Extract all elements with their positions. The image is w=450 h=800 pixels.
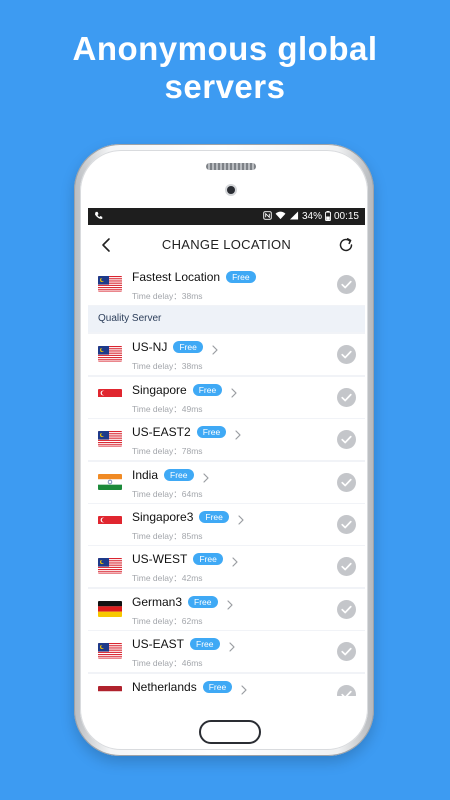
headline-line-1: Anonymous global [72,30,378,67]
time-delay: Time delay：46ms [132,658,203,669]
free-badge: Free [164,468,194,481]
server-name: Singapore [132,382,187,397]
check-circle-icon[interactable] [337,642,356,662]
server-name: Netherlands [132,679,197,694]
headline: Anonymous global servers [0,30,450,106]
server-row[interactable]: Singapore Free Time delay：49ms [88,376,365,418]
us-flag-icon [98,431,122,448]
server-name: US-NJ [132,340,168,355]
server-name: US-EAST2 [132,425,191,440]
server-row[interactable]: German3 Free Time delay：62ms [88,588,365,630]
time-delay: Time delay：42ms [132,573,203,584]
time-delay: Time delay：62ms [132,615,203,626]
check-circle-icon[interactable] [337,684,356,696]
us-flag-icon [98,643,122,660]
home-button[interactable] [199,720,261,744]
phone-icon [94,211,103,222]
free-badge: Free [193,553,223,566]
signal-icon [289,211,299,222]
section-header: Quality Server [88,306,365,333]
speaker-grille [206,163,256,170]
chevron-right-icon [234,427,242,440]
chevron-right-icon [237,512,245,525]
us-flag-icon [98,276,122,292]
server-name: Singapore3 [132,509,194,524]
time-delay: Time delay：64ms [132,488,203,499]
free-badge: Free [199,510,229,523]
chevron-right-icon [202,470,210,483]
server-name: US-EAST [132,637,185,652]
back-arrow-icon[interactable] [98,236,116,254]
battery-percent: 34% [301,211,322,222]
headline-line-2: servers [164,68,286,105]
server-row[interactable]: NetherlandsFreeTime delay：39ms [88,673,365,696]
page-title: CHANGE LOCATION [161,237,292,252]
check-circle-icon[interactable] [337,514,356,534]
nl-flag-icon [98,685,122,696]
check-circle-icon[interactable] [337,387,356,407]
refresh-icon[interactable] [337,236,355,254]
free-badge: Free [190,638,220,651]
free-badge: Free [226,271,256,283]
nfc-icon [263,211,272,222]
chevron-right-icon [226,597,234,610]
free-badge: Free [202,680,233,693]
time-delay: Time delay：49ms [132,403,203,414]
check-circle-icon[interactable] [337,472,356,492]
check-circle-icon[interactable] [337,275,356,294]
chevron-right-icon [230,385,238,398]
free-badge: Free [188,595,218,608]
time-delay: Time delay：78ms [132,446,203,457]
sg-flag-icon [98,515,122,532]
chevron-right-icon [211,342,219,355]
chevron-right-icon [228,639,236,652]
in-flag-icon [98,473,122,490]
time-delay: Time delay：85ms [132,530,203,541]
us-flag-icon [98,346,122,363]
wifi-icon [275,211,286,222]
sg-flag-icon [98,388,122,405]
server-name: US-WEST [132,552,188,567]
server-name: German3 [132,594,183,609]
phone-screen: 34% 00:15 CHANGE LOCATION Fastest Locati… [88,208,365,696]
us-flag-icon [98,558,122,575]
free-badge: Free [196,426,227,439]
server-row[interactable]: Singapore3 Free Time delay：85ms [88,503,365,545]
check-circle-icon[interactable] [337,557,356,577]
time-delay: Time delay：38ms [132,291,203,301]
server-row[interactable]: US-EAST2 Free Time delay：78ms [88,419,365,461]
clock: 00:15 [333,211,359,222]
app-bar: CHANGE LOCATION [88,225,365,264]
server-name: Fastest Location [132,270,221,284]
battery-icon [325,210,331,223]
de-flag-icon [98,600,122,617]
check-circle-icon[interactable] [337,599,356,619]
server-list: Fastest Location Free Time delay：38ms Qu… [88,264,365,696]
server-row[interactable]: US-EAST Free Time delay：46ms [88,631,365,673]
fastest-location-row[interactable]: Fastest Location Free Time delay：38ms [88,264,365,305]
chevron-right-icon [231,554,239,567]
chevron-right-icon [240,682,248,695]
server-name: India [132,467,159,482]
server-row[interactable]: US-NJ Free Time delay：38ms [88,334,365,376]
time-delay: Time delay：38ms [132,361,203,372]
status-bar: 34% 00:15 [88,208,365,225]
check-circle-icon[interactable] [337,430,356,450]
server-row[interactable]: India Free Time delay：64ms [88,461,365,503]
free-badge: Free [192,383,223,396]
free-badge: Free [173,341,203,354]
front-camera [227,186,235,194]
server-row[interactable]: US-WEST Free Time delay：42ms [88,546,365,588]
check-circle-icon[interactable] [337,345,356,365]
